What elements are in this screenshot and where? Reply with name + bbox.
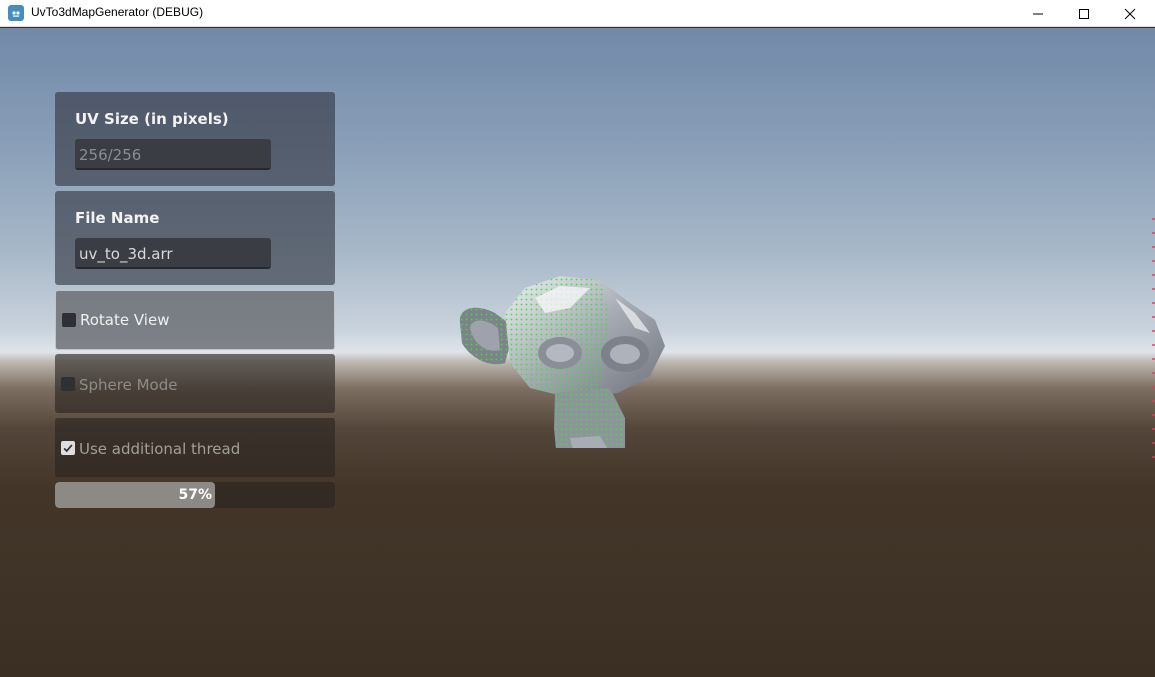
minimize-button[interactable] bbox=[1015, 0, 1061, 27]
window-title: UvTo3dMapGenerator (DEBUG) bbox=[31, 5, 204, 19]
additional-thread-label: Use additional thread bbox=[79, 440, 241, 458]
model-muzzle bbox=[554, 388, 625, 448]
uv-size-label: UV Size (in pixels) bbox=[75, 110, 229, 128]
progress-label: 57% bbox=[178, 487, 212, 503]
godot-icon bbox=[8, 5, 24, 21]
additional-thread-checkbox[interactable] bbox=[61, 441, 75, 455]
additional-thread-toggle[interactable]: Use additional thread bbox=[55, 418, 335, 477]
minimize-icon bbox=[1033, 13, 1043, 14]
close-button[interactable] bbox=[1107, 0, 1153, 27]
file-name-panel: File Name uv_to_3d.arr bbox=[55, 191, 335, 285]
uv-size-panel: UV Size (in pixels) 256/256 bbox=[55, 92, 335, 186]
file-name-label: File Name bbox=[75, 209, 160, 227]
maximize-icon bbox=[1079, 8, 1089, 19]
monkey-head-model[interactable] bbox=[450, 258, 680, 448]
sphere-mode-toggle[interactable]: Sphere Mode bbox=[55, 354, 335, 413]
rotate-view-toggle[interactable]: Rotate View bbox=[55, 290, 335, 350]
title-bar: UvTo3dMapGenerator (DEBUG) bbox=[0, 0, 1155, 27]
progress-bar: 57% bbox=[55, 482, 335, 508]
rotate-view-label: Rotate View bbox=[80, 311, 170, 329]
close-icon bbox=[1124, 8, 1136, 19]
3d-viewport[interactable]: UV Size (in pixels) 256/256 File Name uv… bbox=[0, 28, 1155, 677]
sphere-mode-checkbox[interactable] bbox=[61, 377, 75, 391]
sphere-mode-label: Sphere Mode bbox=[79, 376, 178, 394]
rotate-view-checkbox[interactable] bbox=[62, 313, 76, 327]
uv-size-input[interactable]: 256/256 bbox=[75, 139, 271, 170]
model-head bbox=[505, 276, 665, 398]
maximize-button[interactable] bbox=[1061, 0, 1107, 27]
file-name-input[interactable]: uv_to_3d.arr bbox=[75, 238, 271, 269]
checkmark-icon bbox=[63, 444, 73, 453]
